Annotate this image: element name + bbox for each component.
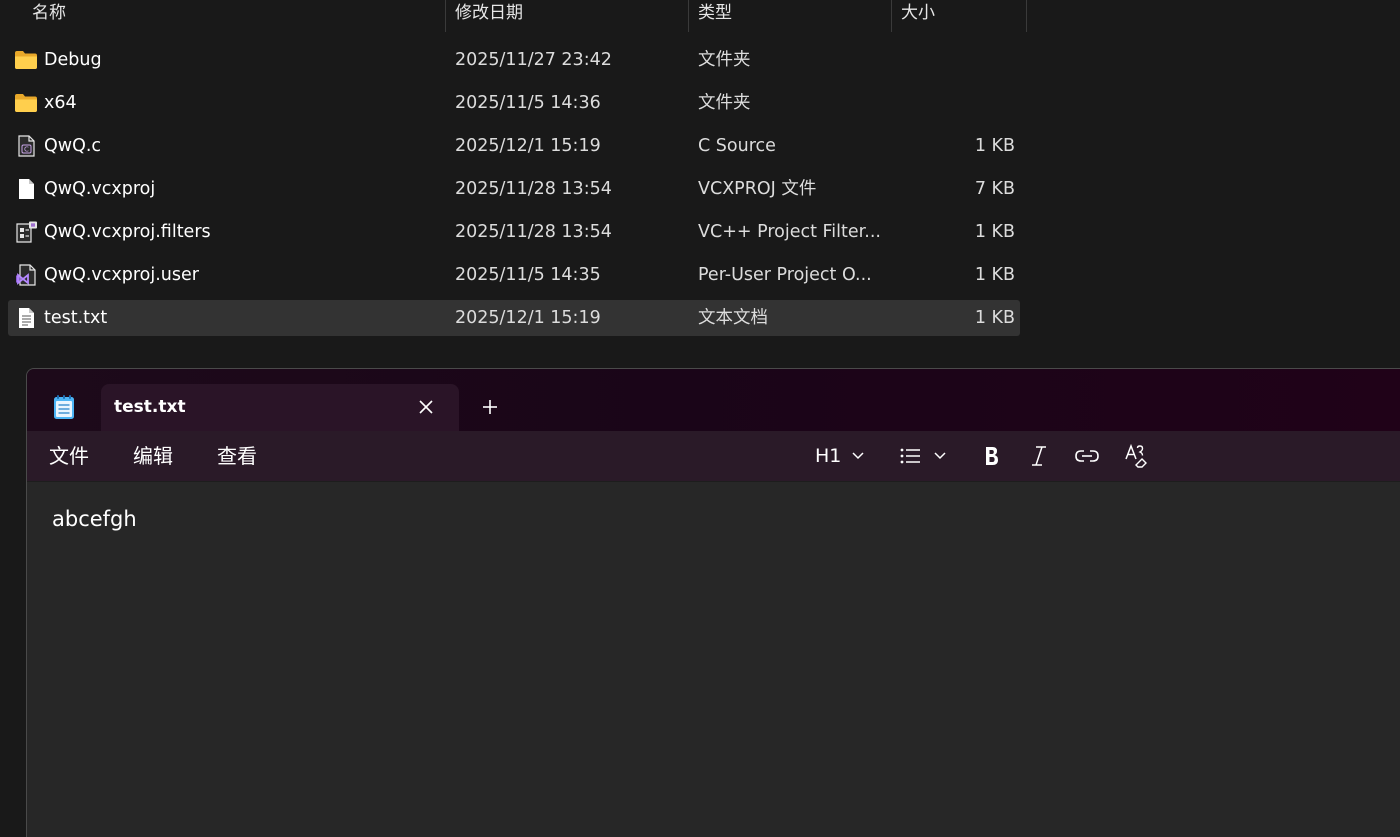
- file-date: 2025/12/1 15:19: [455, 136, 601, 156]
- file-name: QwQ.c: [44, 136, 102, 156]
- heading-dropdown[interactable]: H1: [815, 442, 867, 470]
- file-date: 2025/11/28 13:54: [455, 222, 612, 242]
- new-tab-plus-icon[interactable]: [479, 396, 501, 418]
- column-header-name[interactable]: 名称: [32, 0, 66, 32]
- bold-button[interactable]: [979, 442, 1003, 470]
- file-size: 1 KB: [974, 308, 1015, 328]
- folder-icon: [15, 94, 37, 112]
- file-size: 1 KB: [974, 222, 1015, 242]
- file-name: x64: [44, 93, 77, 113]
- column-separator[interactable]: [891, 0, 892, 32]
- file-type: VCXPROJ 文件: [698, 179, 817, 199]
- file-name: QwQ.vcxproj: [44, 179, 156, 199]
- file-row[interactable]: QwQ.vcxproj.user 2025/11/5 14:35 Per-Use…: [8, 257, 1020, 293]
- file-size: 1 KB: [974, 136, 1015, 156]
- notepad-window: test.txt 文件 编辑 查看 H1 abcefgh: [26, 368, 1400, 837]
- file-date: 2025/12/1 15:19: [455, 308, 601, 328]
- file-size: [898, 85, 1015, 121]
- file-row-selected[interactable]: test.txt 2025/12/1 15:19 文本文档 1 KB: [8, 300, 1020, 336]
- editor-content[interactable]: abcefgh: [52, 504, 137, 534]
- chevron-down-icon: [934, 452, 946, 460]
- column-header-type[interactable]: 类型: [698, 0, 732, 32]
- file-name: QwQ.vcxproj.filters: [44, 222, 211, 242]
- file-name: QwQ.vcxproj.user: [44, 265, 199, 285]
- file-row[interactable]: QwQ.vcxproj 2025/11/28 13:54 VCXPROJ 文件 …: [8, 171, 1020, 207]
- svg-text:C: C: [24, 146, 29, 154]
- folder-icon: [15, 51, 37, 69]
- italic-button[interactable]: [1027, 442, 1051, 470]
- file-size: [898, 42, 1015, 78]
- file-type: C Source: [698, 136, 776, 156]
- clear-formatting-button[interactable]: [1123, 442, 1149, 470]
- bulleted-list-icon: [900, 448, 920, 464]
- file-row[interactable]: Debug 2025/11/27 23:42 文件夹: [8, 42, 1020, 78]
- tab-test-txt[interactable]: test.txt: [101, 384, 459, 431]
- file-explorer: 名称 修改日期 类型 大小 Debug 2025/11/27 23:42 文件夹…: [0, 0, 1400, 370]
- notepad-titlebar[interactable]: test.txt: [27, 369, 1400, 431]
- close-icon[interactable]: [415, 396, 437, 418]
- insert-link-button[interactable]: [1074, 442, 1100, 470]
- notepad-menubar: 文件 编辑 查看 H1: [27, 431, 1400, 482]
- desktop: 名称 修改日期 类型 大小 Debug 2025/11/27 23:42 文件夹…: [0, 0, 1400, 837]
- column-separator[interactable]: [688, 0, 689, 32]
- file-name: Debug: [44, 50, 102, 70]
- notepad-app-icon: [54, 395, 74, 419]
- chevron-down-icon: [852, 452, 864, 460]
- column-header-size[interactable]: 大小: [901, 0, 935, 32]
- file-row[interactable]: C QwQ.c 2025/12/1 15:19 C Source 1 KB: [8, 128, 1020, 164]
- clear-formatting-icon: [1125, 443, 1147, 468]
- menu-file[interactable]: 文件: [49, 441, 89, 471]
- text-editor-area[interactable]: abcefgh: [27, 482, 1400, 837]
- italic-icon: [1032, 446, 1046, 466]
- file-row[interactable]: x64 2025/11/5 14:36 文件夹: [8, 85, 1020, 121]
- blank-file-icon: [19, 179, 34, 199]
- file-type: 文件夹: [698, 93, 751, 113]
- tab-title: test.txt: [114, 397, 186, 417]
- file-date: 2025/11/5 14:35: [455, 265, 601, 285]
- visual-studio-file-icon: [16, 264, 36, 286]
- filters-file-icon: [16, 221, 37, 243]
- file-date: 2025/11/27 23:42: [455, 50, 612, 70]
- file-type: Per-User Project O...: [698, 265, 872, 285]
- link-icon: [1075, 450, 1099, 462]
- text-file-icon: [19, 308, 34, 328]
- menu-edit[interactable]: 编辑: [133, 441, 173, 471]
- file-row[interactable]: QwQ.vcxproj.filters 2025/11/28 13:54 VC+…: [8, 214, 1020, 250]
- menu-view[interactable]: 查看: [217, 441, 257, 471]
- file-type: 文件夹: [698, 50, 751, 70]
- heading-label: H1: [815, 445, 842, 467]
- file-name: test.txt: [44, 308, 108, 328]
- file-date: 2025/11/28 13:54: [455, 179, 612, 199]
- file-size: 1 KB: [974, 265, 1015, 285]
- column-separator[interactable]: [445, 0, 446, 32]
- list-dropdown[interactable]: [899, 442, 951, 470]
- file-size: 7 KB: [974, 179, 1015, 199]
- bold-icon: [986, 447, 998, 465]
- column-header-date[interactable]: 修改日期: [455, 0, 523, 32]
- c-source-file-icon: C: [18, 135, 35, 157]
- file-date: 2025/11/5 14:36: [455, 93, 601, 113]
- file-type: 文本文档: [698, 308, 768, 328]
- file-type: VC++ Project Filter...: [698, 222, 881, 242]
- column-separator[interactable]: [1026, 0, 1027, 32]
